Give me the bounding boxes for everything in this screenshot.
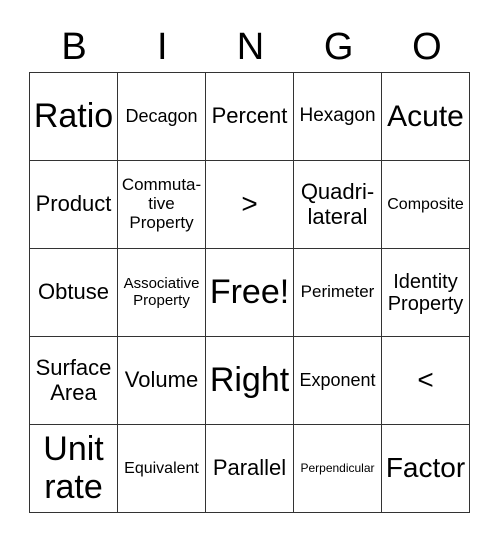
bingo-cell-text: Free!	[209, 272, 290, 311]
bingo-cell-text: Factor	[385, 452, 466, 484]
bingo-cell-text: Property	[133, 291, 190, 309]
bingo-cell-text: <	[417, 364, 434, 396]
header-letter-o: O	[412, 26, 442, 68]
bingo-cell-text: Right	[209, 360, 290, 399]
header-letter-b: B	[61, 26, 87, 68]
bingo-cell-text: Perimeter	[300, 282, 375, 302]
header-letter-n: N	[236, 26, 265, 68]
bingo-row: Surface Area Volume Right Exponent <	[29, 336, 470, 425]
bingo-cell-text: Perpendicular	[300, 460, 375, 475]
bingo-cell-text: tive	[148, 194, 175, 214]
bingo-cell-text: Equivalent	[124, 459, 199, 477]
bingo-cell[interactable]: Right	[205, 336, 294, 425]
bingo-cell-text: Decagon	[125, 105, 198, 126]
bingo-cell[interactable]: Product	[29, 160, 118, 249]
bingo-cell-text: Obtuse	[38, 279, 109, 305]
bingo-cell[interactable]: Free!	[205, 248, 294, 337]
header-letter-g: G	[323, 26, 354, 68]
bingo-cell[interactable]: Unit rate	[29, 424, 118, 513]
bingo-cell-text: Hexagon	[299, 105, 376, 127]
bingo-cell[interactable]: Hexagon	[293, 72, 382, 161]
bingo-cell-text: Percent	[211, 103, 288, 129]
bingo-cell-text: Property	[387, 292, 464, 315]
bingo-cell-text: Area	[50, 379, 97, 405]
bingo-cell-text: Associative	[123, 275, 200, 292]
bingo-cell[interactable]: Acute	[381, 72, 470, 161]
bingo-cell-text: Ratio	[33, 96, 114, 135]
bingo-cell[interactable]: Surface Area	[29, 336, 118, 425]
bingo-row: Product Commuta-tive Property > Quadri-later…	[29, 160, 470, 249]
bingo-cell-text: rate	[44, 467, 103, 506]
bingo-cell[interactable]: Associative Property	[117, 248, 206, 337]
bingo-cell-text: Exponent	[299, 369, 376, 390]
bingo-cell-text: Volume	[124, 367, 199, 393]
bingo-row: Obtuse Associative Property Free! Perimeter I…	[29, 248, 470, 337]
bingo-row: Ratio Decagon Percent Hexagon Acute	[29, 72, 470, 161]
bingo-cell[interactable]: Commuta-tive Property	[117, 160, 206, 249]
bingo-cell[interactable]: Volume	[117, 336, 206, 425]
bingo-cell[interactable]: Identity Property	[381, 248, 470, 337]
bingo-cell[interactable]: Decagon	[117, 72, 206, 161]
bingo-cell-text: Quadri-	[300, 179, 375, 205]
bingo-cell[interactable]: Parallel	[205, 424, 294, 513]
bingo-cell-text: Product	[35, 191, 112, 217]
bingo-cell-text: Parallel	[212, 455, 287, 481]
header-letter-i: I	[157, 26, 168, 68]
bingo-cell-text: >	[241, 188, 258, 220]
bingo-cell-text: Acute	[387, 100, 464, 133]
bingo-cell-text: lateral	[307, 203, 368, 229]
bingo-cell[interactable]: Factor	[381, 424, 470, 513]
bingo-cell[interactable]: Quadri-lateral	[293, 160, 382, 249]
bingo-cell[interactable]: Perimeter	[293, 248, 382, 337]
bingo-row: Unit rate Equivalent Parallel Perpendicular F…	[29, 424, 470, 513]
bingo-cell[interactable]: >	[205, 160, 294, 249]
bingo-cell[interactable]: Obtuse	[29, 248, 118, 337]
bingo-cell[interactable]: Equivalent	[117, 424, 206, 513]
bingo-cell-text: Property	[129, 212, 194, 232]
bingo-cell-text: Identity	[393, 270, 458, 293]
bingo-cell[interactable]: <	[381, 336, 470, 425]
bingo-cell-text: Composite	[387, 195, 464, 213]
bingo-cell[interactable]: Percent	[205, 72, 294, 161]
bingo-cell[interactable]: Perpendicular	[293, 424, 382, 513]
bingo-cell[interactable]: Exponent	[293, 336, 382, 425]
bingo-cell-text: Surface	[35, 355, 112, 381]
bingo-cell-text: Commuta-	[121, 175, 202, 195]
bingo-cell[interactable]: Composite	[381, 160, 470, 249]
bingo-grid: Ratio Decagon Percent Hexagon Acute Product Co…	[29, 72, 470, 513]
bingo-cell[interactable]: Ratio	[29, 72, 118, 161]
bingo-header: B I N G O	[30, 22, 471, 72]
bingo-cell-text: Unit	[43, 430, 104, 469]
